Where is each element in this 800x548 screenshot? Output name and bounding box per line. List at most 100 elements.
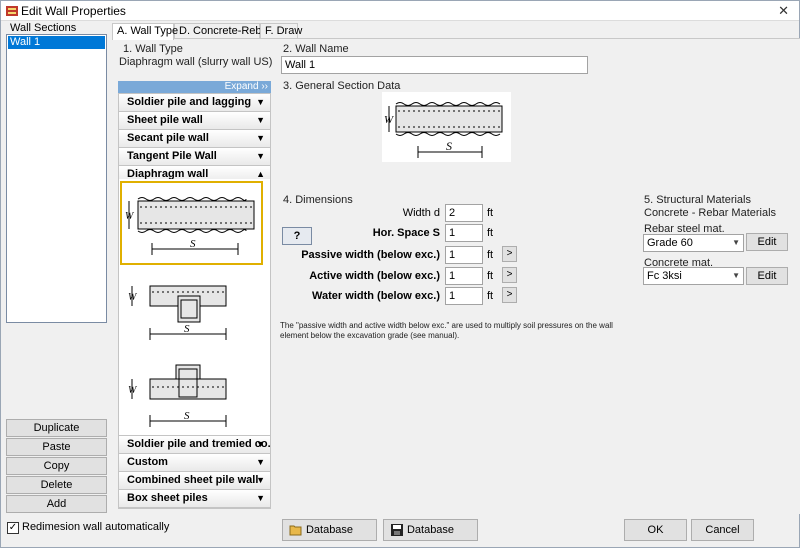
paste-button[interactable]: Paste [6, 438, 107, 456]
diaphragm-options: W S W S W S [118, 179, 271, 435]
active-width-input[interactable]: 1 [445, 267, 483, 285]
accordion-label: Tangent Pile Wall [127, 150, 217, 162]
accordion-tangent-pile[interactable]: Tangent Pile Wall ▼ [119, 148, 270, 166]
accordion-label: Soldier pile and lagging [127, 96, 252, 108]
svg-text:W: W [128, 292, 138, 303]
concrete-mat-select[interactable]: Fc 3ksi ▼ [643, 267, 744, 285]
passive-width-input[interactable]: 1 [445, 246, 483, 264]
width-d-label: Width d [402, 207, 440, 219]
cancel-button[interactable]: Cancel [691, 519, 754, 541]
svg-text:S: S [184, 410, 190, 422]
copy-button[interactable]: Copy [6, 457, 107, 475]
chevron-down-icon: ▼ [732, 271, 740, 280]
expand-button[interactable]: Expand ›› [118, 81, 271, 93]
accordion-label: Combined sheet pile wall [127, 474, 259, 486]
active-width-arrow-button[interactable]: > [502, 267, 517, 283]
water-width-label: Water width (below exc.) [312, 290, 440, 302]
concrete-edit-button[interactable]: Edit [746, 267, 788, 285]
folder-open-icon [289, 525, 302, 536]
database-import-label: Database [305, 524, 354, 536]
accordion-label: Custom [127, 456, 168, 468]
svg-text:S: S [446, 139, 452, 153]
chevron-down-icon: ▼ [256, 151, 265, 161]
accordion-combined-sheet-pile[interactable]: Combined sheet pile wall ▼ [119, 472, 270, 490]
chevron-down-icon: ▼ [256, 115, 265, 125]
add-button[interactable]: Add [6, 495, 107, 513]
svg-text:W: W [384, 114, 394, 126]
database-save-button[interactable]: Database [383, 519, 478, 541]
duplicate-button[interactable]: Duplicate [6, 419, 107, 437]
save-icon [391, 524, 403, 536]
wall-type-heading: 1. Wall Type [123, 43, 183, 55]
accordion-label: Sheet pile wall [127, 114, 203, 126]
chevron-down-icon: ▼ [256, 97, 265, 107]
diaphragm-option-cross-shape[interactable]: W S [120, 359, 263, 433]
svg-text:S: S [190, 238, 196, 250]
wall-type-accordion: Soldier pile and lagging ▼ Sheet pile wal… [118, 93, 271, 185]
redimension-checkbox[interactable]: ✓ [7, 522, 19, 534]
width-d-unit: ft [487, 207, 494, 219]
title-bar: Edit Wall Properties ✕ [1, 1, 799, 21]
chevron-down-icon: ▼ [256, 475, 265, 485]
tab-draw[interactable]: F. Draw [260, 23, 302, 39]
chevron-down-icon: ▼ [256, 133, 265, 143]
help-button[interactable]: ? [282, 227, 312, 245]
materials-subheading: Concrete - Rebar Materials [644, 207, 777, 219]
general-section-diagram: W S [382, 92, 511, 162]
close-icon[interactable]: ✕ [778, 3, 789, 19]
passive-width-unit: ft [487, 249, 494, 261]
accordion-box-sheet-piles[interactable]: Box sheet piles ▼ [119, 490, 270, 508]
dimensions-note: The "passive width and active width belo… [280, 321, 613, 340]
diaphragm-option-straight[interactable]: W S [120, 181, 263, 265]
tab-concrete-rebar[interactable]: D. Concrete-Rebar [174, 23, 271, 39]
passive-width-arrow-button[interactable]: > [502, 246, 517, 262]
accordion-label: Soldier pile and tremied co... [127, 438, 270, 450]
rebar-edit-button[interactable]: Edit [746, 233, 788, 251]
redimension-label: Redimesion wall automatically [22, 521, 170, 533]
svg-text:S: S [184, 323, 190, 335]
rebar-steel-value: Grade 60 [647, 237, 693, 249]
diaphragm-option-t-shape[interactable]: W S [120, 274, 263, 352]
wall-sections-list[interactable]: Wall 1 [6, 34, 107, 323]
ok-button[interactable]: OK [624, 519, 687, 541]
rebar-steel-select[interactable]: Grade 60 ▼ [643, 234, 744, 252]
width-d-input[interactable]: 2 [445, 204, 483, 222]
database-save-label: Database [406, 524, 455, 536]
chevron-down-icon: ▼ [256, 457, 265, 467]
wall-type-current: Diaphragm wall (slurry wall US) [119, 56, 273, 68]
accordion-sheet-pile[interactable]: Sheet pile wall ▼ [119, 112, 270, 130]
accordion-soldier-tremied[interactable]: Soldier pile and tremied co... ▼ [119, 436, 270, 454]
general-section-heading: 3. General Section Data [283, 80, 401, 92]
active-width-unit: ft [487, 270, 494, 282]
passive-width-label: Passive width (below exc.) [301, 249, 440, 261]
edit-wall-properties-window: Edit Wall Properties ✕ Wall Sections Wal… [0, 0, 800, 548]
tab-wall-type[interactable]: A. Wall Type [112, 23, 178, 40]
app-icon [6, 6, 18, 16]
dimensions-heading: 4. Dimensions [283, 194, 353, 206]
chevron-down-icon: ▼ [732, 238, 740, 247]
delete-button[interactable]: Delete [6, 476, 107, 494]
hor-space-label: Hor. Space S [372, 227, 440, 239]
hor-space-input[interactable]: 1 [445, 224, 483, 242]
accordion-soldier-pile[interactable]: Soldier pile and lagging ▼ [119, 94, 270, 112]
wall-sections-label: Wall Sections [10, 22, 77, 34]
window-title: Edit Wall Properties [21, 4, 126, 18]
materials-heading: 5. Structural Materials [644, 194, 751, 206]
concrete-mat-value: Fc 3ksi [647, 270, 682, 282]
chevron-down-icon: ▼ [256, 493, 265, 503]
water-width-unit: ft [487, 290, 494, 302]
wall-type-accordion-lower: Soldier pile and tremied co... ▼ Custom ▼ … [118, 435, 271, 509]
water-width-input[interactable]: 1 [445, 287, 483, 305]
database-import-button[interactable]: Database [282, 519, 377, 541]
wall-section-item[interactable]: Wall 1 [8, 36, 105, 49]
hor-space-unit: ft [487, 227, 494, 239]
water-width-arrow-button[interactable]: > [502, 287, 517, 303]
accordion-custom[interactable]: Custom ▼ [119, 454, 270, 472]
accordion-label: Secant pile wall [127, 132, 209, 144]
chevron-down-icon: ▼ [256, 439, 265, 449]
active-width-label: Active width (below exc.) [309, 270, 440, 282]
wall-name-heading: 2. Wall Name [283, 43, 349, 55]
accordion-secant-pile[interactable]: Secant pile wall ▼ [119, 130, 270, 148]
wall-name-input[interactable]: Wall 1 [281, 56, 588, 74]
accordion-label: Box sheet piles [127, 492, 208, 504]
